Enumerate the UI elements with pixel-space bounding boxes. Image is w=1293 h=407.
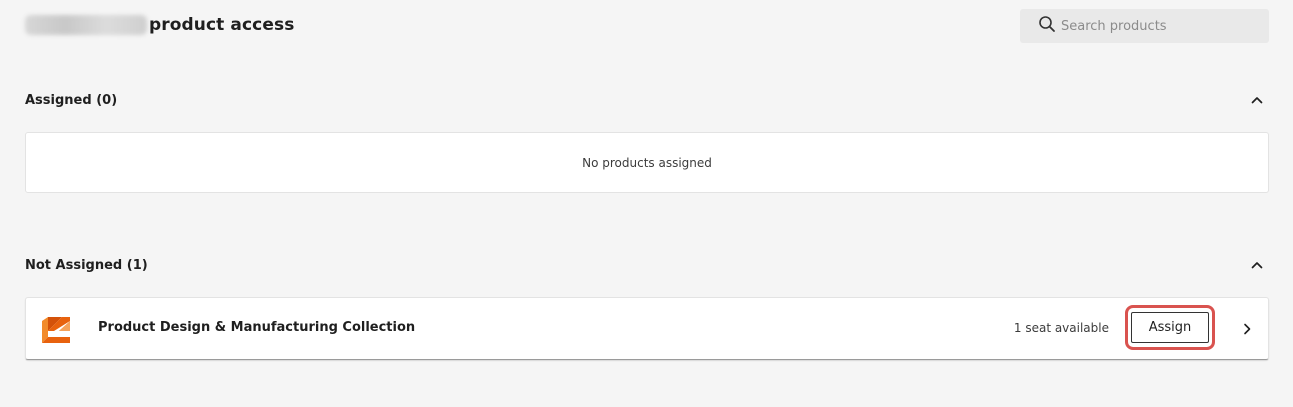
seats-available-text: 1 seat available (1013, 321, 1109, 335)
empty-state-message: No products assigned (582, 155, 712, 170)
page-header: product access (25, 12, 294, 38)
assign-button[interactable]: Assign (1131, 312, 1209, 343)
search-icon (1038, 15, 1056, 37)
product-name: Product Design & Manufacturing Collectio… (98, 320, 416, 335)
product-row: Product Design & Manufacturing Collectio… (25, 297, 1269, 360)
search-box[interactable] (1020, 9, 1269, 43)
assign-button-highlight: Assign (1125, 305, 1215, 350)
page-title: product access (149, 15, 295, 35)
assigned-products-card: No products assigned (25, 132, 1269, 193)
not-assigned-collapse-button[interactable] (1245, 253, 1269, 277)
chevron-right-icon (1244, 323, 1251, 335)
assigned-collapse-button[interactable] (1245, 88, 1269, 112)
pdmc-logo-icon (40, 315, 72, 345)
not-assigned-section-title: Not Assigned (1) (25, 257, 148, 273)
expand-row-button[interactable] (1236, 318, 1258, 340)
not-assigned-section-header: Not Assigned (1) (25, 253, 1269, 277)
assigned-section-header: Assigned (0) (25, 88, 1269, 112)
chevron-up-icon (1251, 262, 1263, 269)
chevron-up-icon (1251, 97, 1263, 104)
assigned-section-title: Assigned (0) (25, 92, 118, 108)
user-name-redacted (25, 15, 147, 35)
search-input[interactable] (1061, 18, 1261, 34)
